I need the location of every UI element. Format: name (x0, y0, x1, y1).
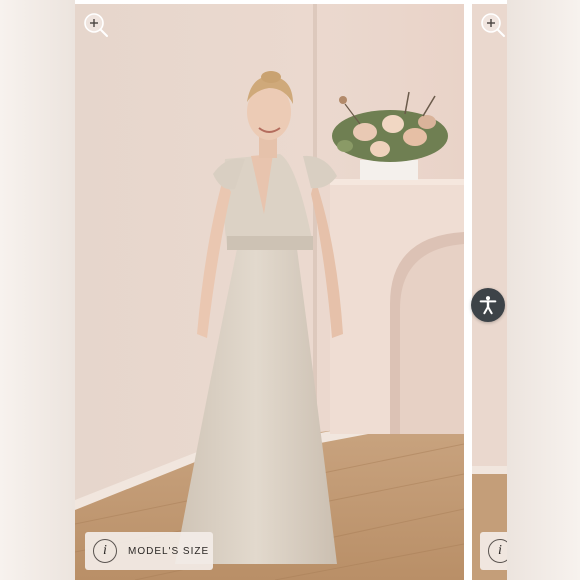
product-photo (75, 4, 464, 580)
accessibility-button[interactable] (471, 288, 505, 322)
next-zoom-in-button[interactable] (480, 12, 506, 38)
models-size-label: MODEL'S SIZE (128, 545, 210, 557)
zoom-in-icon (84, 13, 108, 37)
accessibility-icon (479, 296, 497, 315)
info-icon: i (488, 539, 507, 563)
zoom-in-icon (481, 13, 505, 37)
gallery-right-gutter (507, 0, 580, 580)
next-models-size-chip[interactable]: i (480, 532, 507, 570)
info-icon: i (93, 539, 117, 563)
product-image-slide[interactable]: i MODEL'S SIZE (75, 4, 464, 580)
models-size-chip[interactable]: i MODEL'S SIZE (85, 532, 213, 570)
gallery-left-gutter (0, 0, 75, 580)
zoom-in-button[interactable] (83, 12, 109, 38)
